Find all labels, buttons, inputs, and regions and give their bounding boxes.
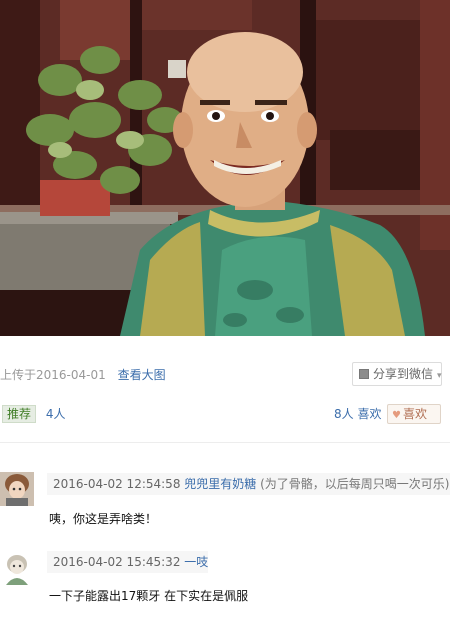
- chevron-down-icon: ▾: [437, 371, 442, 381]
- divider: [0, 442, 450, 443]
- post-photo[interactable]: [0, 0, 450, 336]
- comment-time: 2016-04-02 12:54:58: [53, 477, 181, 491]
- comment-user[interactable]: 兜兜里有奶糖: [184, 477, 256, 491]
- comment-text: 一下子能露出17颗牙 在下实在是佩服: [49, 589, 249, 603]
- comment-user[interactable]: 一吱: [184, 555, 208, 569]
- post-photo-illustration: [0, 0, 450, 336]
- comment-text: 咦，你这是弄啥类！: [49, 512, 158, 526]
- view-large-link[interactable]: 查看大图: [118, 368, 166, 382]
- share-wechat-label: 分享到微信: [373, 367, 434, 381]
- share-wechat-button[interactable]: 分享到微信 ▾: [352, 362, 442, 386]
- comment-header: 2016-04-02 12:54:58 兜兜里有奶糖 (为了骨骼，以后每周只喝一…: [47, 473, 450, 495]
- upload-date: 上传于2016-04-01: [0, 368, 106, 382]
- avatar[interactable]: [0, 472, 34, 506]
- upload-meta: 上传于2016-04-01 查看大图: [0, 366, 166, 384]
- comment-header: 2016-04-02 15:45:32 一吱: [47, 551, 209, 573]
- comment-signature: (为了骨骼，以后每周只喝一次可乐): [260, 477, 450, 491]
- wechat-icon: [359, 369, 369, 379]
- like-count[interactable]: 8人 喜欢: [334, 406, 381, 422]
- recommend-count[interactable]: 4人: [46, 407, 66, 421]
- like-label: 喜欢: [402, 407, 427, 421]
- like-button[interactable]: ♥ 喜欢: [387, 404, 441, 424]
- heart-icon: ♥: [392, 410, 401, 421]
- avatar[interactable]: [0, 551, 34, 585]
- comment-time: 2016-04-02 15:45:32: [53, 555, 181, 569]
- recommend-bar: 推荐 4人: [2, 404, 65, 424]
- recommend-button[interactable]: 推荐: [2, 405, 37, 423]
